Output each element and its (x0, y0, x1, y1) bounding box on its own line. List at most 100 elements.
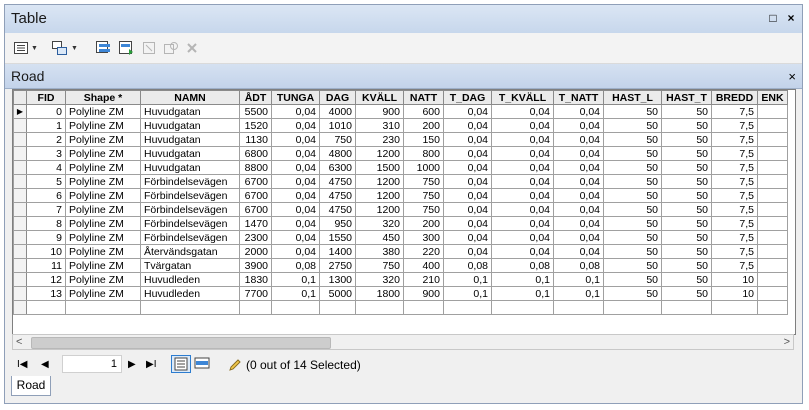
table-cell[interactable]: 9 (26, 230, 66, 245)
table-cell[interactable]: 450 (355, 230, 404, 245)
table-cell[interactable]: Polyline ZM (65, 188, 141, 203)
table-row[interactable]: 11 Polyline ZM Tvärgatan 3900 0,08 2750 750 400… (13, 258, 788, 273)
table-cell[interactable]: 50 (661, 132, 712, 147)
table-cell[interactable]: 7,5 (711, 258, 758, 273)
table-cell[interactable]: 7,5 (711, 118, 758, 133)
table-cell[interactable]: 1000 (403, 160, 444, 175)
table-cell[interactable]: 1470 (239, 216, 272, 231)
table-cell[interactable]: 4750 (319, 188, 356, 203)
table-cell[interactable]: 4000 (319, 104, 356, 119)
table-cell[interactable]: 0,04 (491, 146, 554, 161)
column-header[interactable]: FID (26, 90, 66, 105)
table-cell[interactable]: 220 (403, 244, 444, 259)
table-cell[interactable]: 0,1 (271, 272, 320, 287)
column-header[interactable]: DAG (319, 90, 356, 105)
table-row[interactable]: 9 Polyline ZM Förbindelsevägen 2300 0,04 1550… (13, 230, 788, 245)
table-row[interactable]: 3 Polyline ZM Huvudgatan 6800 0,04 4800 1200 80… (13, 146, 788, 161)
table-cell[interactable]: 7,5 (711, 202, 758, 217)
table-cell[interactable]: 6700 (239, 202, 272, 217)
column-header[interactable]: NATT (403, 90, 444, 105)
table-cell[interactable]: Förbindelsevägen (140, 216, 240, 231)
table-cell[interactable]: 0,04 (553, 230, 604, 245)
table-cell[interactable]: 0,04 (443, 146, 492, 161)
table-cell[interactable]: 200 (403, 216, 444, 231)
table-row[interactable]: ▶ 0 Polyline ZM Huvudgatan 5500 0,04 4000 900 60… (13, 104, 788, 119)
table-cell[interactable]: 6800 (239, 146, 272, 161)
last-record-button[interactable]: ▶I (146, 359, 156, 370)
table-cell[interactable]: Återvändsgatan (140, 244, 240, 259)
related-tables-button[interactable]: ▼ (51, 39, 78, 57)
scroll-thumb[interactable] (31, 337, 331, 349)
table-cell[interactable]: 1500 (355, 160, 404, 175)
table-cell[interactable]: Huvudgatan (140, 118, 240, 133)
table-cell[interactable]: 50 (603, 174, 662, 189)
table-cell[interactable]: 750 (319, 132, 356, 147)
table-cell[interactable]: Polyline ZM (65, 174, 141, 189)
table-cell[interactable]: 50 (661, 216, 712, 231)
table-cell[interactable]: 11 (26, 258, 66, 273)
close-window-button[interactable]: × (784, 11, 798, 25)
select-by-attributes-button[interactable] (95, 39, 113, 57)
table-cell[interactable]: 0,04 (443, 244, 492, 259)
show-all-records-button[interactable] (171, 355, 191, 373)
table-cell[interactable]: 0,04 (271, 188, 320, 203)
column-header[interactable]: T_DAG (443, 90, 492, 105)
row-selector[interactable] (13, 244, 27, 259)
table-cell[interactable]: 0,04 (271, 202, 320, 217)
column-header[interactable]: HAST_L (603, 90, 662, 105)
table-cell[interactable]: 50 (603, 272, 662, 287)
table-cell[interactable]: 6700 (239, 174, 272, 189)
table-cell[interactable]: 750 (355, 258, 404, 273)
column-header[interactable]: HAST_T (661, 90, 712, 105)
table-cell[interactable]: 50 (603, 244, 662, 259)
table-cell[interactable]: Förbindelsevägen (140, 188, 240, 203)
table-cell[interactable] (757, 118, 788, 133)
table-cell[interactable]: 2000 (239, 244, 272, 259)
table-cell[interactable]: 2300 (239, 230, 272, 245)
table-cell[interactable]: 0,1 (491, 272, 554, 287)
table-cell[interactable]: 5000 (319, 286, 356, 301)
row-selector[interactable] (13, 230, 27, 245)
table-row[interactable]: 8 Polyline ZM Förbindelsevägen 1470 0,04 950 3… (13, 216, 788, 231)
row-selector[interactable] (13, 146, 27, 161)
table-cell[interactable]: 0,04 (443, 132, 492, 147)
table-cell[interactable]: 0,04 (491, 174, 554, 189)
table-cell[interactable]: 1200 (355, 188, 404, 203)
table-cell[interactable]: 50 (661, 146, 712, 161)
table-cell[interactable]: 8 (26, 216, 66, 231)
table-cell[interactable]: 7,5 (711, 188, 758, 203)
table-cell[interactable]: 380 (355, 244, 404, 259)
table-cell[interactable]: 50 (603, 202, 662, 217)
table-cell[interactable]: 0,1 (553, 272, 604, 287)
table-cell[interactable]: 0,04 (271, 160, 320, 175)
table-cell[interactable]: 900 (355, 104, 404, 119)
table-cell[interactable]: 750 (403, 202, 444, 217)
column-header[interactable]: T_NATT (553, 90, 604, 105)
table-cell[interactable]: 0,04 (553, 146, 604, 161)
table-row[interactable]: 6 Polyline ZM Förbindelsevägen 6700 0,04 4750… (13, 188, 788, 203)
table-cell[interactable]: 950 (319, 216, 356, 231)
table-row[interactable]: 4 Polyline ZM Huvudgatan 8800 0,04 6300 1500 10… (13, 160, 788, 175)
table-cell[interactable]: 1200 (355, 202, 404, 217)
table-cell[interactable]: 200 (403, 118, 444, 133)
table-cell[interactable]: 0,1 (443, 286, 492, 301)
table-cell[interactable]: Huvudgatan (140, 160, 240, 175)
table-cell[interactable]: 230 (355, 132, 404, 147)
table-cell[interactable]: Polyline ZM (65, 202, 141, 217)
table-cell[interactable]: 1550 (319, 230, 356, 245)
table-cell[interactable]: 6 (26, 188, 66, 203)
table-cell[interactable]: 50 (603, 286, 662, 301)
table-cell[interactable]: Huvudgatan (140, 104, 240, 119)
table-cell[interactable]: 0,1 (491, 286, 554, 301)
table-cell[interactable] (757, 174, 788, 189)
table-cell[interactable]: 50 (661, 104, 712, 119)
table-cell[interactable]: 4750 (319, 174, 356, 189)
table-cell[interactable]: Förbindelsevägen (140, 202, 240, 217)
table-cell[interactable]: 4800 (319, 146, 356, 161)
table-cell[interactable]: 50 (661, 202, 712, 217)
table-cell[interactable]: 7,5 (711, 244, 758, 259)
table-cell[interactable]: 900 (403, 286, 444, 301)
table-cell[interactable]: 50 (661, 286, 712, 301)
current-record-field[interactable]: 1 (62, 355, 122, 373)
table-cell[interactable]: Förbindelsevägen (140, 174, 240, 189)
